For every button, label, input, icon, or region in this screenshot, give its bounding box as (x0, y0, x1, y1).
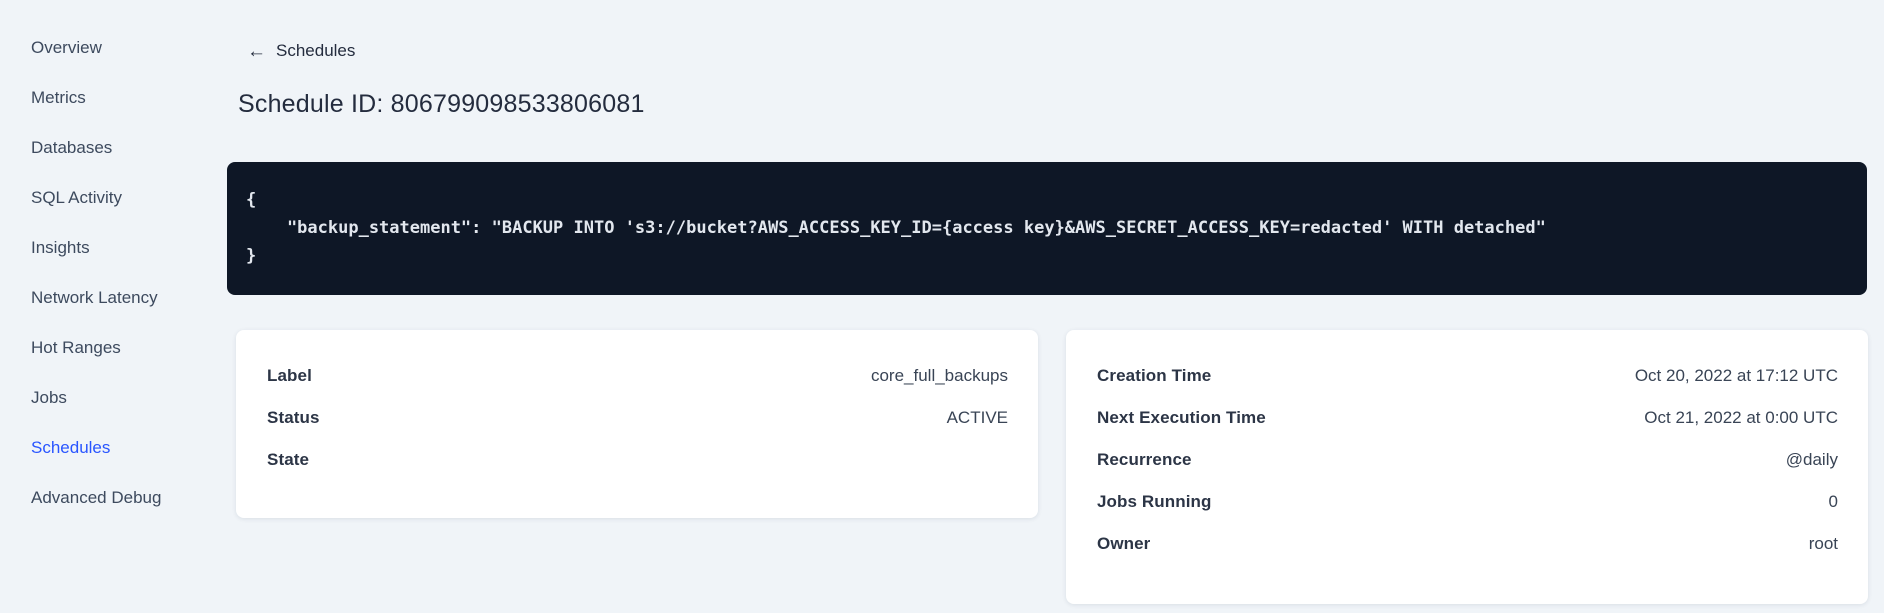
next-execution-time-value: Oct 21, 2022 at 0:00 UTC (1644, 408, 1838, 427)
sidebar-nav-list: Overview Metrics Databases SQL Activity … (0, 23, 192, 523)
sidebar-item-network-latency[interactable]: Network Latency (0, 273, 192, 323)
detail-row-state: State (267, 439, 1008, 481)
schedule-detail-page: Overview Metrics Databases SQL Activity … (0, 0, 1884, 613)
sidebar-item-jobs[interactable]: Jobs (0, 373, 192, 423)
detail-row-next-execution-time: Next Execution Time Oct 21, 2022 at 0:00… (1097, 397, 1838, 439)
detail-row-status: Status ACTIVE (267, 397, 1008, 439)
sidebar-item-sql-activity[interactable]: SQL Activity (0, 173, 192, 223)
next-execution-time-key: Next Execution Time (1097, 408, 1266, 427)
sidebar-item-schedules[interactable]: Schedules (0, 423, 192, 473)
detail-row-label: Label core_full_backups (267, 355, 1008, 397)
label-key: Label (267, 366, 312, 385)
sidebar-item-advanced-debug[interactable]: Advanced Debug (0, 473, 192, 523)
recurrence-key: Recurrence (1097, 450, 1192, 469)
owner-value: root (1808, 534, 1838, 553)
detail-row-recurrence: Recurrence @daily (1097, 439, 1838, 481)
creation-time-key: Creation Time (1097, 366, 1212, 385)
recurrence-value: @daily (1785, 450, 1838, 469)
sidebar-item-metrics[interactable]: Metrics (0, 73, 192, 123)
status-key: Status (267, 408, 320, 427)
status-value: ACTIVE (946, 408, 1008, 427)
owner-key: Owner (1097, 534, 1151, 553)
sidebar-item-overview[interactable]: Overview (0, 23, 192, 73)
arrow-left-icon: ← (247, 40, 266, 62)
state-key: State (267, 450, 310, 469)
sidebar-item-hot-ranges[interactable]: Hot Ranges (0, 323, 192, 373)
detail-row-owner: Owner root (1097, 523, 1838, 565)
creation-time-value: Oct 20, 2022 at 17:12 UTC (1634, 366, 1838, 385)
schedule-timing-card: Creation Time Oct 20, 2022 at 17:12 UTC … (1066, 330, 1868, 604)
back-to-schedules-link[interactable]: ← Schedules (247, 41, 355, 61)
schedule-label-card: Label core_full_backups Status ACTIVE St… (236, 330, 1038, 518)
sidebar-item-insights[interactable]: Insights (0, 223, 192, 273)
jobs-running-value: 0 (1828, 492, 1838, 511)
backup-statement-code-block: { "backup_statement": "BACKUP INTO 's3:/… (227, 162, 1867, 295)
detail-row-jobs-running: Jobs Running 0 (1097, 481, 1838, 523)
sidebar-item-databases[interactable]: Databases (0, 123, 192, 173)
backup-statement-code: { "backup_statement": "BACKUP INTO 's3:/… (246, 190, 1546, 266)
sidebar: Overview Metrics Databases SQL Activity … (0, 0, 192, 613)
page-title: Schedule ID: 806799098533806081 (238, 90, 645, 118)
label-value: core_full_backups (870, 366, 1008, 385)
back-link-label: Schedules (276, 41, 356, 60)
jobs-running-key: Jobs Running (1097, 492, 1212, 511)
detail-row-creation-time: Creation Time Oct 20, 2022 at 17:12 UTC (1097, 355, 1838, 397)
